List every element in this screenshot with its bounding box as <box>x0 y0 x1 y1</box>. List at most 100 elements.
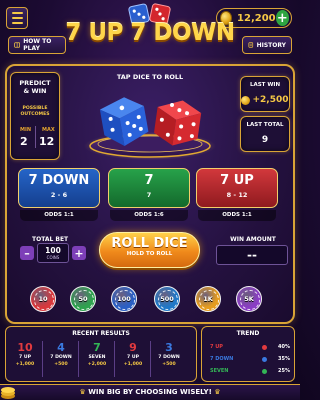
chip-label: 100 <box>117 295 131 303</box>
trend-percent: 35% <box>278 356 290 362</box>
result-amount: +1,000 <box>123 362 143 367</box>
menu-icon-line <box>11 12 23 14</box>
chip-label: 5K <box>244 295 254 303</box>
predict-title-line2: & WIN <box>23 87 47 95</box>
trend-name: 7 UP <box>210 344 223 350</box>
last-total-value: 9 <box>261 135 269 145</box>
result-label: 7 DOWN <box>158 355 180 360</box>
bet-odds-7-up: ODDS 1:1 <box>198 210 276 221</box>
trend-row: 7 DOWN 35% <box>210 355 290 365</box>
result-item: 10 7 UP +1,000 <box>14 341 36 367</box>
roll-dice-label: ROLL DICE <box>111 236 188 251</box>
possible-outcomes-label: POSSIBLE OUTCOMES <box>11 106 59 118</box>
last-win-value: +2,500 <box>252 95 289 105</box>
trend-panel: TREND 7 UP 40% 7 DOWN 35% SEVEN 25% <box>201 326 295 382</box>
result-item: 9 7 UP +1,000 <box>122 341 144 367</box>
roll-dice-button[interactable]: ROLL DICE HOLD TO ROLL <box>99 232 200 268</box>
bet-card-title: 7 UP <box>220 173 254 188</box>
bet-card-title: 7 DOWN <box>28 173 90 188</box>
bet-odds-7-down: ODDS 1:1 <box>20 210 98 221</box>
chip-label: 500 <box>160 295 174 303</box>
bet-card-7-up[interactable]: 7 UP 8 - 12 <box>196 168 278 208</box>
win-amount-label: WIN AMOUNT <box>230 236 276 243</box>
chip-5k[interactable]: 5K <box>236 286 262 312</box>
last-win-value-wrap: +2,500 <box>241 95 289 105</box>
menu-icon-line <box>11 17 23 19</box>
trend-name: SEVEN <box>210 368 229 374</box>
history-icon <box>248 42 254 48</box>
result-number: 4 <box>57 341 65 354</box>
bet-card-range: 2 - 6 <box>50 191 68 199</box>
min-max-divider <box>35 126 36 148</box>
bet-card-7[interactable]: 7 7 <box>108 168 190 208</box>
trend-row: SEVEN 25% <box>210 367 290 377</box>
last-total-box: LAST TOTAL 9 <box>240 116 290 152</box>
chip-label: 1K <box>203 295 213 303</box>
predict-win-box: PREDICT & WIN POSSIBLE OUTCOMES MIN 2 MA… <box>10 72 60 160</box>
crown-icon: ♛ <box>214 388 221 396</box>
result-divider <box>150 341 151 377</box>
result-divider <box>78 341 79 377</box>
dice-stage[interactable] <box>80 84 220 166</box>
bet-card-range: 8 - 12 <box>226 191 248 199</box>
chip-10[interactable]: 10 <box>30 286 56 312</box>
chip-label: 50 <box>78 295 88 303</box>
bet-card-7-down[interactable]: 7 DOWN 2 - 6 <box>18 168 100 208</box>
trend-percent: 25% <box>278 368 290 374</box>
result-divider <box>114 341 115 377</box>
bet-card-range: 7 <box>146 191 152 199</box>
min-value: 2 <box>20 135 28 148</box>
result-number: 7 <box>93 341 101 354</box>
result-divider <box>42 341 43 377</box>
chip-100[interactable]: 100 <box>111 286 137 312</box>
result-amount: +2,000 <box>87 362 107 367</box>
bet-amount-unit: COINS <box>46 255 60 260</box>
how-to-play-button[interactable]: HOW TO PLAY <box>8 36 66 54</box>
chip-500[interactable]: 500 <box>154 286 180 312</box>
result-number: 3 <box>165 341 173 354</box>
tap-dice-label: TAP DICE TO ROLL <box>116 73 184 81</box>
trend-dot-icon <box>262 345 267 350</box>
predict-title: PREDICT & WIN <box>11 79 59 95</box>
result-label: SEVEN <box>88 355 106 360</box>
chip-1k[interactable]: 1K <box>195 286 221 312</box>
footer-banner-text: WIN BIG BY CHOOSING WISELY! <box>88 388 212 396</box>
total-bet-label: TOTAL BET <box>32 236 69 243</box>
result-number: 9 <box>129 341 137 354</box>
max-label: MAX <box>42 127 55 133</box>
trend-row: 7 UP 40% <box>210 343 290 353</box>
possible-line1: POSSIBLE <box>22 106 48 111</box>
last-win-label: LAST WIN <box>249 82 281 88</box>
coin-icon <box>241 95 251 105</box>
bet-increase-button[interactable]: + <box>72 246 86 260</box>
how-to-play-label: HOW TO PLAY <box>23 38 52 52</box>
predict-title-line1: PREDICT <box>19 79 51 87</box>
bet-amount-value: 100 <box>45 246 61 255</box>
chip-label: 10 <box>38 295 48 303</box>
chip-50[interactable]: 50 <box>70 286 96 312</box>
book-icon <box>14 42 21 48</box>
trend-dot-icon <box>262 357 267 362</box>
result-label: 7 DOWN <box>50 355 72 360</box>
min-label: MIN <box>20 127 32 133</box>
coin-stack-icon <box>1 387 15 399</box>
result-amount: +500 <box>162 362 176 367</box>
result-item: 4 7 DOWN +500 <box>50 341 72 367</box>
last-win-box: LAST WIN +2,500 <box>240 76 290 112</box>
history-button[interactable]: HISTORY <box>242 36 292 54</box>
bet-amount-field[interactable]: 100 COINS <box>37 243 69 263</box>
recent-results-title: RECENT RESULTS <box>72 330 130 337</box>
trend-title: TREND <box>236 330 260 337</box>
footer-banner: ♛ WIN BIG BY CHOOSING WISELY! ♛ <box>0 384 300 400</box>
trend-name: 7 DOWN <box>210 356 234 362</box>
max-value: 12 <box>39 135 55 148</box>
trend-percent: 40% <box>278 344 290 350</box>
history-label: HISTORY <box>256 41 286 49</box>
win-amount-value: -- <box>216 245 288 265</box>
result-label: 7 UP <box>127 355 139 360</box>
result-amount: +500 <box>54 362 68 367</box>
recent-results-panel: RECENT RESULTS 10 7 UP +1,000 4 7 DOWN +… <box>5 326 197 382</box>
result-amount: +1,000 <box>15 362 35 367</box>
bet-odds-7: ODDS 1:6 <box>110 210 188 221</box>
bet-decrease-button[interactable]: – <box>20 246 34 260</box>
